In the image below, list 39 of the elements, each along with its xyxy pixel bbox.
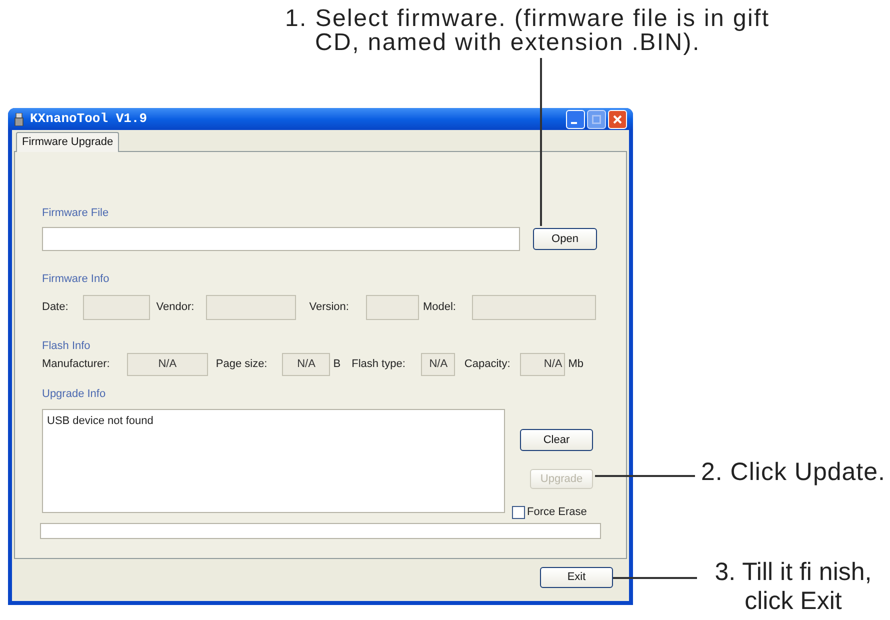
callout-text: 1. Select firmware. (firmware file is in gift CD, named with extension .BIN). [285, 7, 770, 55]
callout-text: 2. Click Update. [701, 457, 886, 487]
readonly-field [366, 295, 419, 320]
maximize-button[interactable] [587, 110, 606, 128]
minimize-icon [571, 122, 577, 124]
callout-text: 3. Till it fi nish, click Exit [714, 558, 873, 616]
field-label: Version: [309, 300, 349, 316]
group-label: Upgrade Info [42, 387, 107, 401]
readonly-field: N/A [282, 353, 330, 376]
field-label: Page size: [216, 357, 268, 372]
close-button[interactable] [608, 110, 627, 128]
group-label: Firmware Info [42, 272, 110, 286]
window-title: KXnanoTool V1.9 [30, 110, 148, 128]
open-button[interactable]: Open [533, 228, 597, 250]
field-label: Manufacturer: [42, 357, 110, 372]
tab[interactable]: Firmware Upgrade [16, 132, 120, 152]
app-icon [14, 112, 24, 126]
readonly-field [83, 295, 150, 320]
file-path-field[interactable] [42, 227, 520, 251]
close-icon [613, 114, 622, 124]
unit-label: Mb [568, 357, 584, 372]
field-label: Flash type: [352, 357, 406, 372]
readonly-field: N/A [421, 353, 456, 376]
readonly-field: N/A [520, 353, 566, 376]
field-label: Date: [42, 300, 68, 316]
group-label: Flash Info [42, 339, 92, 353]
clear-button[interactable]: Clear [520, 429, 593, 451]
field-label: Vendor: [156, 300, 194, 316]
readonly-field: N/A [126, 353, 208, 376]
exit-button[interactable]: Exit [540, 567, 613, 588]
field-label: Capacity: [464, 357, 510, 372]
force-erase-checkbox[interactable] [512, 506, 525, 519]
maximize-icon [592, 114, 601, 124]
field-label: Model: [422, 300, 456, 316]
unit-label: B [333, 357, 341, 372]
minimize-button[interactable] [566, 110, 585, 128]
checkbox-label: Force Erase [527, 505, 587, 520]
group-label: Firmware File [42, 206, 110, 220]
log-text-area[interactable]: USB device not found [42, 409, 505, 513]
